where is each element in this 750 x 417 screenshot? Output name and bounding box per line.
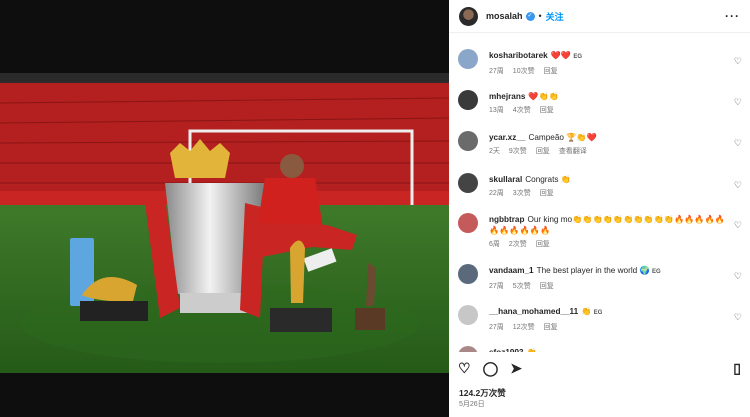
comment-likes[interactable]: 4次赞 [513,107,531,114]
heart-icon[interactable]: ♡ [458,360,471,377]
comment-age: 27周 [489,324,504,331]
comment-flag-badge: EG [593,310,603,316]
bookmark-icon[interactable]: ▯ [733,360,741,377]
author-username[interactable]: mosalah [486,11,523,21]
comment-meta: 22周 3次赞 回复 [489,188,725,199]
author-avatar[interactable] [459,6,478,26]
comment-text: 👏 [581,307,592,316]
comment-like-icon[interactable]: ♡ [734,138,742,149]
like-count[interactable]: 124.2万次赞 [459,387,506,399]
comment-body: mhejrans ❤️👏👏 13周 4次赞 回复 [489,91,725,116]
post-header: mosalah ✓ • 关注 ··· [449,0,750,33]
comment-text: ❤️❤️ [550,51,572,60]
comment-username[interactable]: __hana_mohamed__11 [489,307,578,316]
comment-body: ycar.xz__ Campeão 🏆👏❤️ 2天 9次赞 回复 查看翻译 [489,132,725,157]
comment-text: Congrats 👏 [525,175,571,184]
comment-icon[interactable]: ◯ [483,360,499,377]
comment-username[interactable]: vandaam_1 [489,266,534,275]
comment-username[interactable]: mhejrans [489,92,525,101]
comment-likes[interactable]: 12次赞 [513,324,535,331]
comment-text: 👏 [527,348,537,352]
comment-age: 27周 [489,283,504,290]
comment-like-icon[interactable]: ♡ [734,220,742,231]
comment-meta: 6周 2次赞 回复 [489,239,725,250]
comment-body: skullaral Congrats 👏 22周 3次赞 回复 [489,174,725,199]
comment-meta: 13周 4次赞 回复 [489,105,725,116]
post-date: 5月26日 [459,401,485,408]
more-icon[interactable]: ··· [725,9,740,23]
comment-username[interactable]: ycar.xz__ [489,133,525,142]
comment-body: kosharibotarek ❤️❤️ EG 27周 10次赞 回复 [489,50,725,77]
comment-item: kosharibotarek ❤️❤️ EG 27周 10次赞 回复 ♡ [449,37,750,77]
comment-avatar[interactable] [458,90,478,110]
comment-meta: 27周 5次赞 回复 [489,281,725,292]
comment-body: sfoz1993👏 [489,347,725,352]
comment-item: ycar.xz__ Campeão 🏆👏❤️ 2天 9次赞 回复 查看翻译 ♡ [449,119,750,159]
comment-username[interactable]: skullaral [489,175,522,184]
comment-meta: 27周 10次赞 回复 [489,66,725,77]
comment-flag-badge: EG [651,269,661,275]
comment-text: Campeão 🏆👏❤️ [528,133,597,142]
comment-item: ngbbtrap Our king mo👏👏👏👏👏👏👏👏👏👏🔥🔥🔥🔥🔥🔥🔥🔥🔥🔥🔥… [449,201,750,248]
comment-avatar[interactable] [458,49,478,69]
comment-age: 27周 [489,68,504,75]
comment-username[interactable]: sfoz1993 [489,348,524,352]
comment-like-icon[interactable]: ♡ [734,312,742,323]
reply-button[interactable]: 回复 [536,148,550,155]
action-bar: ♡ ◯ ➤ ▯ [449,355,750,381]
comment-age: 22周 [489,190,504,197]
reply-button[interactable]: 回复 [540,107,554,114]
comment-like-icon[interactable]: ♡ [734,180,742,191]
comment-username[interactable]: kosharibotarek [489,51,548,60]
reply-button[interactable]: 回复 [536,241,550,248]
comment-item: __hana_mohamed__11 👏 EG 27周 12次赞 回复 ♡ [449,293,750,333]
comment-item: skullaral Congrats 👏 22周 3次赞 回复 ♡ [449,161,750,201]
stadium-trophy-image [0,73,449,373]
post-viewer: mosalah ✓ • 关注 ··· kosharibotarek ❤️❤️ EG… [0,0,750,417]
comment-item: vandaam_1 The best player in the world 🌍 … [449,252,750,292]
follow-button[interactable]: 关注 [546,10,564,23]
reply-button[interactable]: 回复 [540,190,554,197]
comment-meta: 27周 12次赞 回复 [489,322,725,333]
reply-button[interactable]: 回复 [544,324,558,331]
verified-badge-icon: ✓ [525,11,535,21]
comment-avatar[interactable] [458,346,478,352]
comment-username[interactable]: ngbbtrap [489,215,524,224]
reply-button[interactable]: 回复 [544,68,558,75]
comment-age: 2天 [489,148,500,155]
comment-age: 6周 [489,241,500,248]
comment-meta: 2天 9次赞 回复 查看翻译 [489,146,725,157]
header-separator: • [538,11,542,21]
comment-avatar[interactable] [458,305,478,325]
post-sidebar: mosalah ✓ • 关注 ··· kosharibotarek ❤️❤️ EG… [449,0,750,417]
comment-text: ❤️👏👏 [528,92,559,101]
comment-flag-badge: EG [573,54,583,60]
comment-text: Our king mo👏👏👏👏👏👏👏👏👏👏🔥🔥🔥🔥🔥🔥🔥🔥🔥🔥🔥 [489,215,725,235]
comment-likes[interactable]: 2次赞 [509,241,527,248]
comment-body: vandaam_1 The best player in the world 🌍 … [489,265,725,292]
reply-button[interactable]: 回复 [540,283,554,290]
comment-avatar[interactable] [458,131,478,151]
comment-likes[interactable]: 3次赞 [513,190,531,197]
comment-avatar[interactable] [458,264,478,284]
comment-body: __hana_mohamed__11 👏 EG 27周 12次赞 回复 [489,306,725,333]
comment-avatar[interactable] [458,173,478,193]
comment-likes[interactable]: 9次赞 [509,148,527,155]
comment-body: ngbbtrap Our king mo👏👏👏👏👏👏👏👏👏👏🔥🔥🔥🔥🔥🔥🔥🔥🔥🔥🔥… [489,214,725,250]
comment-like-icon[interactable]: ♡ [734,271,742,282]
comment-like-icon[interactable]: ♡ [734,56,742,67]
comment-avatar[interactable] [458,213,478,233]
see-translation-button[interactable]: 查看翻译 [559,148,587,155]
comment-list[interactable]: kosharibotarek ❤️❤️ EG 27周 10次赞 回复 ♡ mhejra… [449,34,750,352]
comment-item: sfoz1993👏 ♡ [449,334,750,352]
comment-like-icon[interactable]: ♡ [734,97,742,108]
comment-likes[interactable]: 5次赞 [513,283,531,290]
post-photo[interactable] [0,0,449,417]
comment-age: 13周 [489,107,504,114]
comment-text: The best player in the world 🌍 [536,266,650,275]
comment-item: mhejrans ❤️👏👏 13周 4次赞 回复 ♡ [449,78,750,118]
share-icon[interactable]: ➤ [510,360,522,377]
comment-likes[interactable]: 10次赞 [513,68,535,75]
